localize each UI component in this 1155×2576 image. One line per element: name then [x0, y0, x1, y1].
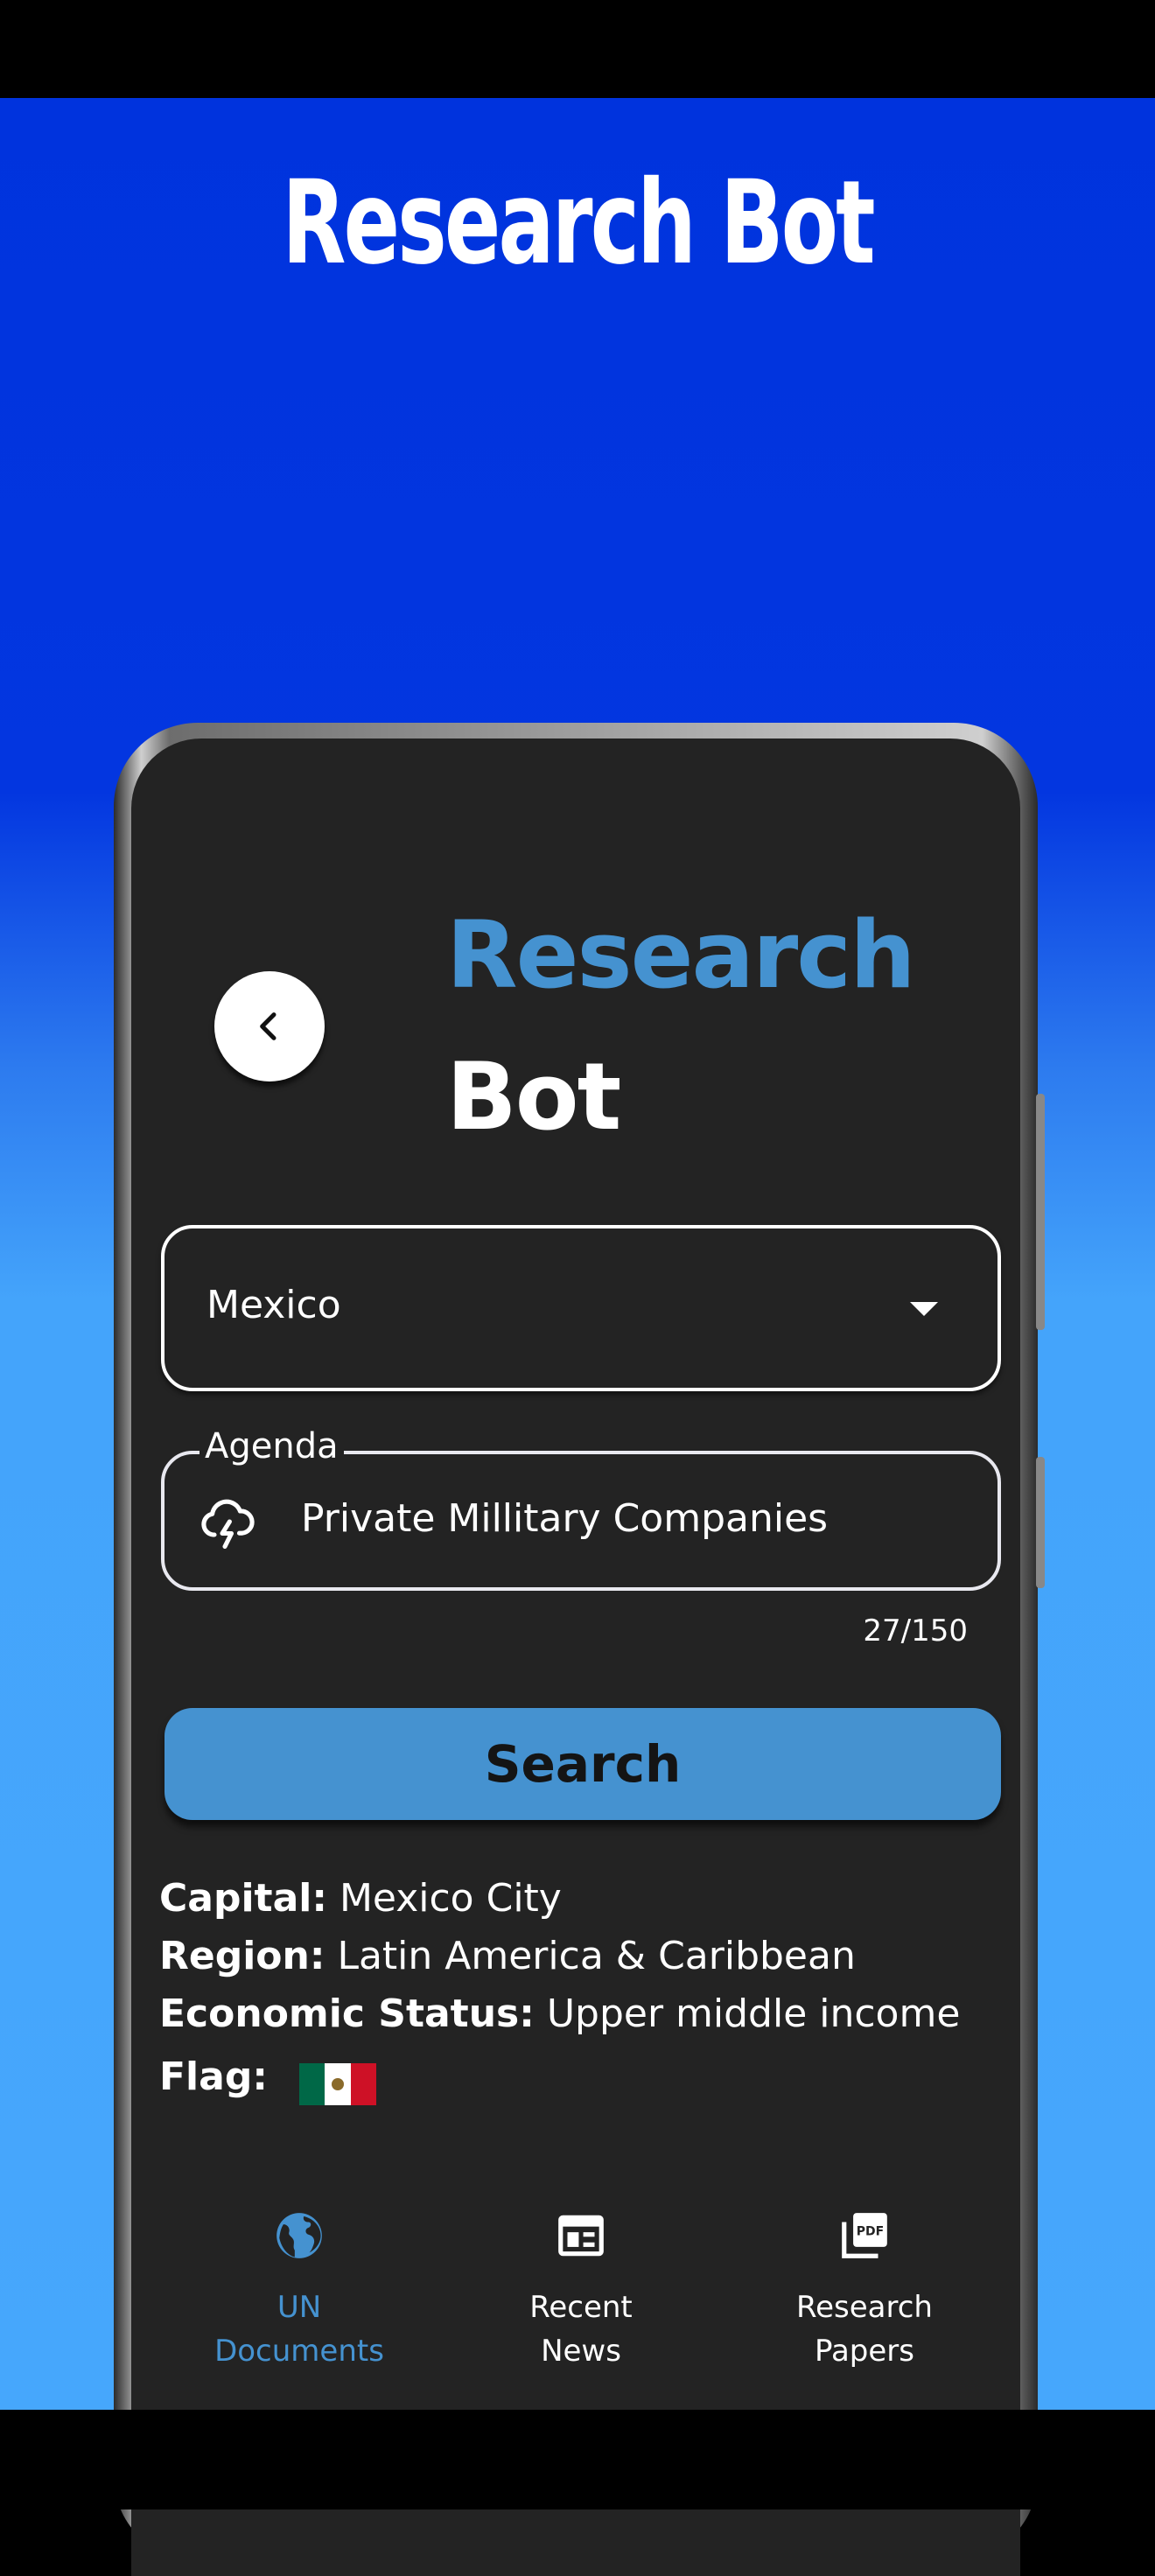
flag-label: Flag: — [159, 2054, 268, 2099]
agenda-label: Agenda — [200, 1426, 344, 1466]
region-row: Region: Latin America & Caribbean — [159, 1934, 856, 1978]
promo-title: Research Bot — [282, 156, 875, 290]
app-screen: Research Bot Mexico Agenda Private Milli… — [131, 738, 1020, 2576]
agenda-input[interactable]: Agenda Private Millitary Companies — [161, 1426, 1001, 1591]
nav-un-documents[interactable]: UN Documents — [194, 2208, 404, 2373]
nav-un-documents-line2: Documents — [214, 2334, 384, 2369]
nav-research-papers-line2: Papers — [814, 2334, 914, 2369]
country-select[interactable]: Mexico — [161, 1225, 1001, 1391]
phone-side-button — [1036, 1457, 1045, 1588]
svg-text:PDF: PDF — [857, 2224, 884, 2238]
nav-recent-news-line1: Recent — [529, 2290, 633, 2325]
chevron-left-icon — [260, 1012, 276, 1040]
pdf-icon: PDF — [842, 2213, 887, 2258]
region-label: Region: — [159, 1934, 326, 1978]
dropdown-arrow-icon — [910, 1302, 938, 1316]
nav-recent-news[interactable]: Recent News — [476, 2208, 686, 2373]
thunderstorm-cloud-icon — [201, 1499, 255, 1550]
phone-side-button — [1036, 1094, 1045, 1330]
search-button[interactable]: Search — [164, 1708, 1001, 1820]
bottom-black-bar — [0, 2410, 1155, 2510]
capital-value: Mexico City — [339, 1876, 562, 1921]
app-title-bot: Bot — [446, 1043, 621, 1151]
agenda-value: Private Millitary Companies — [301, 1496, 829, 1541]
nav-research-papers-line1: Research — [796, 2290, 933, 2325]
status-bar-area — [0, 0, 1155, 98]
economic-status-value: Upper middle income — [546, 1992, 961, 2036]
app-title-research: Research — [446, 901, 916, 1009]
nav-recent-news-line2: News — [541, 2334, 621, 2369]
region-value: Latin America & Caribbean — [337, 1934, 856, 1978]
agenda-char-counter: 27/150 — [863, 1614, 968, 1648]
country-select-value: Mexico — [206, 1283, 341, 1327]
nav-research-papers[interactable]: PDF Research Papers — [760, 2208, 970, 2373]
mexico-flag-icon — [299, 2063, 376, 2105]
nav-un-documents-line1: UN — [276, 2290, 322, 2325]
economic-status-label: Economic Status: — [159, 1992, 535, 2036]
flag-row: Flag: — [159, 2054, 422, 2110]
globe-icon — [276, 2213, 322, 2258]
capital-row: Capital: Mexico City — [159, 1876, 562, 1921]
economic-status-row: Economic Status: Upper middle income — [159, 1992, 960, 2036]
newspaper-icon — [558, 2215, 604, 2257]
capital-label: Capital: — [159, 1876, 327, 1921]
back-button[interactable] — [214, 971, 325, 1082]
